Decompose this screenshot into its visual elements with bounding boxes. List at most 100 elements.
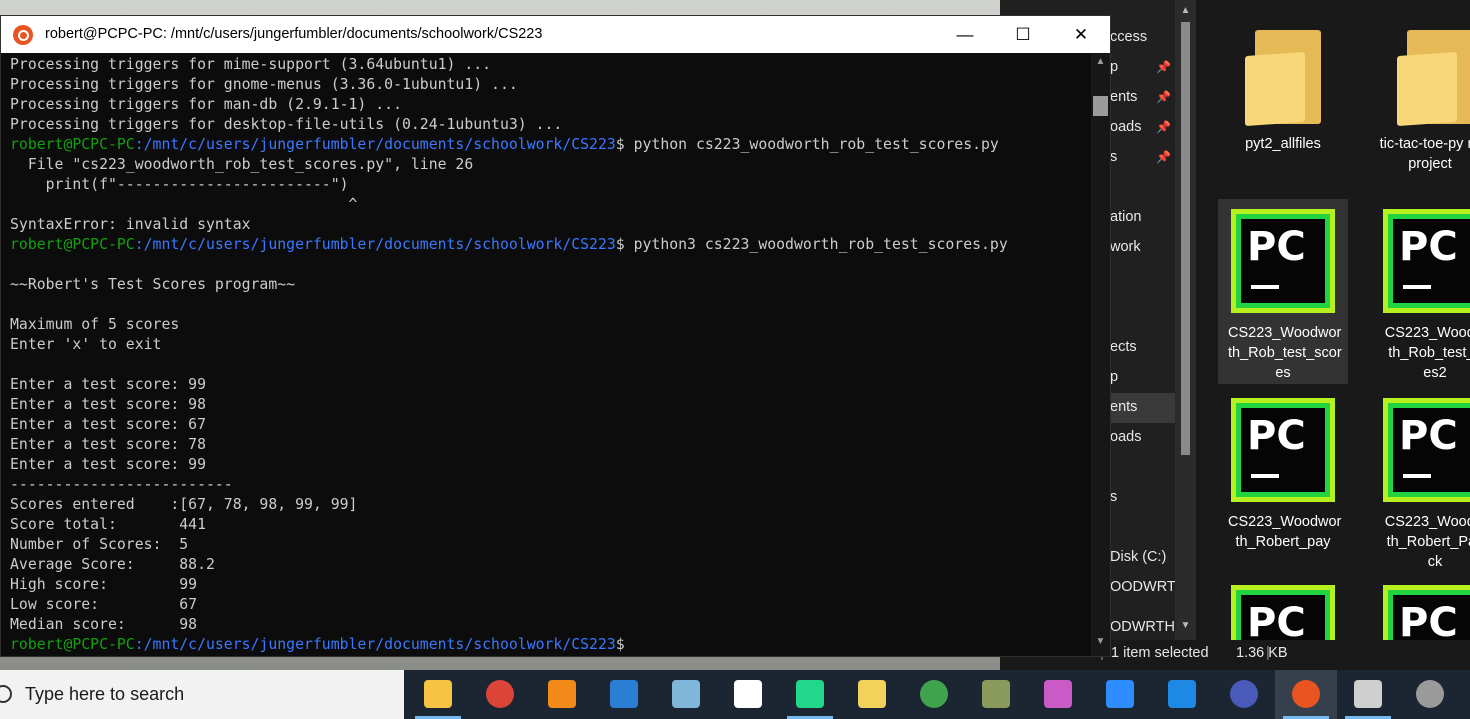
nav-item[interactable]: ents — [1110, 392, 1180, 422]
output-line: Processing triggers for man-db (2.9.1-1)… — [10, 96, 402, 113]
nav-item[interactable]: oads — [1110, 422, 1180, 452]
terminal-output[interactable]: Processing triggers for mime-support (3.… — [1, 53, 1091, 656]
taskbar-app-button[interactable] — [469, 670, 531, 719]
output-line: ------------------------- — [10, 476, 233, 493]
close-button[interactable]: ✕ — [1052, 16, 1110, 53]
search-box[interactable]: Type here to search — [0, 670, 404, 719]
explorer-file-area: pyt2_allfiles tic-tac-toe-py n-project P… — [1196, 0, 1470, 689]
pycharm-icon: PC — [1231, 398, 1335, 502]
file-explorer-icon — [424, 680, 452, 708]
taskbar-app-button[interactable] — [965, 670, 1027, 719]
pycharm-icon: PC — [1231, 209, 1335, 313]
prompt-user: robert@PCPC-PC — [10, 636, 135, 653]
taskbar-app-button[interactable] — [1151, 670, 1213, 719]
git-icon — [1044, 680, 1072, 708]
output-line: Enter a test score: 67 — [10, 416, 206, 433]
prompt-user: robert@PCPC-PC — [10, 236, 135, 253]
output-line: Score total: 441 — [10, 516, 206, 533]
pin-icon[interactable]: 📌 — [1156, 120, 1171, 134]
file-name: CS223_Woodw th_Robert_Pay ck — [1384, 514, 1470, 570]
output-line: Enter a test score: 99 — [10, 376, 206, 393]
nav-item[interactable]: Disk (C:) — [1110, 542, 1180, 572]
taskbar-app-button[interactable] — [1337, 670, 1399, 719]
nav-item[interactable]: p — [1110, 362, 1180, 392]
nav-item[interactable]: ects — [1110, 332, 1180, 362]
search-placeholder: Type here to search — [25, 684, 185, 704]
file-name: CS223_Woodw th_Rob_test_s es2 — [1384, 325, 1470, 381]
output-line: ~~Robert's Test Scores program~~ — [10, 276, 296, 293]
maximize-button[interactable]: ☐ — [994, 16, 1052, 53]
taskbar-app-button[interactable] — [593, 670, 655, 719]
pin-icon[interactable]: 📌 — [1156, 150, 1171, 164]
inkscape-icon — [734, 680, 762, 708]
file-name: CS223_Woodwor th_Rob_test_scor es — [1228, 325, 1342, 381]
output-line: Enter a test score: 99 — [10, 456, 206, 473]
nav-item[interactable]: ODWRTH — [1110, 612, 1180, 642]
output-line: Number of Scores: 5 — [10, 536, 189, 553]
minimize-button[interactable]: — — [936, 16, 994, 53]
python-idle-icon — [858, 680, 886, 708]
file-item[interactable]: PC CS223_Woodwor th_Robert_pay — [1218, 388, 1348, 552]
prompt-line: robert@PCPC-PC:/mnt/c/users/jungerfumble… — [10, 635, 1091, 655]
output-line: Low score: 67 — [10, 596, 198, 613]
output-line: SyntaxError: invalid syntax — [10, 216, 251, 233]
taskbar-app-button[interactable] — [841, 670, 903, 719]
nav-item[interactable]: ccess — [1110, 22, 1180, 52]
ubuntu-icon — [13, 25, 33, 45]
output-line: Enter 'x' to exit — [10, 336, 162, 353]
taskbar-app-button[interactable] — [1089, 670, 1151, 719]
pin-icon[interactable]: 📌 — [1156, 60, 1171, 74]
taskbar-app-button[interactable] — [1027, 670, 1089, 719]
taskbar-app-button[interactable] — [717, 670, 779, 719]
folder-pycharm-icon — [1397, 24, 1470, 127]
pin-icon[interactable]: 📌 — [1156, 90, 1171, 104]
prompt-line: robert@PCPC-PC:/mnt/c/users/jungerfumble… — [10, 235, 1091, 255]
file-item[interactable]: PC CS223_Woodw th_Rob_test_s es2 — [1370, 199, 1470, 383]
taskbar-app-button[interactable] — [903, 670, 965, 719]
vlc-icon — [548, 680, 576, 708]
taskbar-app-button[interactable] — [531, 670, 593, 719]
nav-item[interactable]: work — [1110, 232, 1180, 262]
output-line: Median score: 98 — [10, 616, 198, 633]
nav-item[interactable]: ation — [1110, 202, 1180, 232]
terminal-scrollbar[interactable] — [1091, 53, 1110, 656]
taskbar-app-button[interactable] — [655, 670, 717, 719]
media-icon — [1416, 680, 1444, 708]
nav-item[interactable]: OODWRTI — [1110, 572, 1180, 602]
prompt-command: $ — [615, 636, 625, 653]
prompt-line: robert@PCPC-PC:/mnt/c/users/jungerfumble… — [10, 135, 1091, 155]
file-item[interactable]: tic-tac-toe-py n-project — [1370, 0, 1470, 174]
scroll-down-icon[interactable]: ▼ — [1091, 636, 1110, 652]
file-item[interactable]: PC CS223_Woodw th_Robert_Pay ck — [1370, 388, 1470, 572]
taskbar-app-button[interactable] — [779, 670, 841, 719]
prompt-command: $ python cs223_woodworth_rob_test_scores… — [615, 136, 999, 153]
libreoffice-writer-icon — [610, 680, 638, 708]
notepad-icon — [672, 680, 700, 708]
terminal-window[interactable]: robert@PCPC-PC: /mnt/c/users/jungerfumbl… — [0, 15, 1111, 657]
taskbar-app-button[interactable] — [1275, 670, 1337, 719]
terminal-scrollbar-thumb[interactable] — [1093, 96, 1108, 116]
file-item-selected[interactable]: PC CS223_Woodwor th_Rob_test_scor es — [1218, 199, 1348, 384]
taskbar-app-button[interactable] — [1213, 670, 1275, 719]
pycharm-icon: PC — [1383, 209, 1470, 313]
prompt-path: :/mnt/c/users/jungerfumbler/documents/sc… — [134, 236, 616, 253]
pycharm-icon: PC — [1383, 398, 1470, 502]
nav-scroll-up-icon[interactable]: ▲ — [1178, 5, 1193, 19]
title-bar[interactable]: robert@PCPC-PC: /mnt/c/users/jungerfumbl… — [1, 16, 1110, 53]
stellarium-icon — [1230, 680, 1258, 708]
terminal-icon — [1354, 680, 1382, 708]
output-line: Enter a test score: 98 — [10, 396, 206, 413]
nav-scrollbar-thumb[interactable] — [1181, 22, 1190, 455]
prompt-user: robert@PCPC-PC — [10, 136, 135, 153]
output-line: Maximum of 5 scores — [10, 316, 180, 333]
taskbar-app-button[interactable] — [407, 670, 469, 719]
scroll-up-icon[interactable]: ▲ — [1091, 56, 1110, 72]
globe-icon — [920, 680, 948, 708]
nav-scroll-down-icon[interactable]: ▼ — [1178, 620, 1193, 634]
file-item[interactable]: pyt2_allfiles — [1218, 0, 1348, 154]
nav-item[interactable]: s — [1110, 482, 1180, 512]
taskbar-app-button[interactable] — [1399, 670, 1461, 719]
taskbar: Type here to search — [0, 670, 1470, 719]
